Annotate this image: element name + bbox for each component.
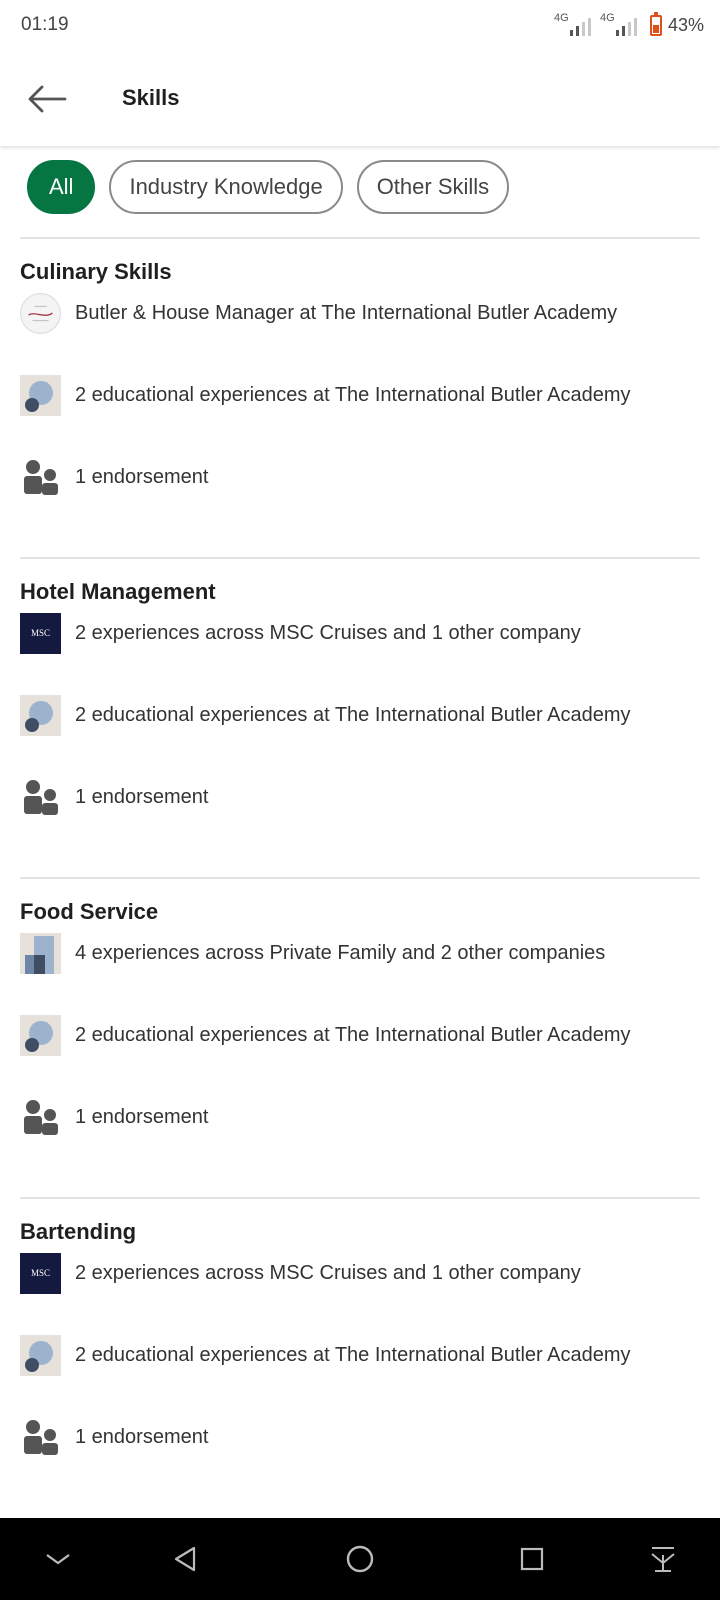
skill-detail-row[interactable]: 2 educational experiences at The Interna… bbox=[20, 694, 631, 736]
battery-icon bbox=[649, 11, 662, 36]
system-nav-bar bbox=[0, 1518, 720, 1600]
divider bbox=[20, 877, 700, 879]
skill-detail-text: 2 experiences across MSC Cruises and 1 o… bbox=[75, 621, 581, 644]
skill-section: Bartending MSC 2 experiences across MSC Cr… bbox=[20, 1217, 700, 1477]
skill-detail-row[interactable]: 2 educational experiences at The Interna… bbox=[20, 1014, 631, 1056]
home-circle-icon bbox=[346, 1545, 374, 1573]
skill-title[interactable]: Culinary Skills bbox=[20, 257, 700, 287]
filter-chips: All Industry Knowledge Other Skills bbox=[27, 160, 510, 214]
battery-percent: 43% bbox=[667, 14, 704, 35]
skill-detail-text: 4 experiences across Private Family and … bbox=[75, 941, 606, 964]
skill-title[interactable]: Bartending bbox=[20, 1217, 700, 1247]
skill-detail-row[interactable]: 2 educational experiences at The Interna… bbox=[20, 1334, 631, 1376]
nav-notification-button[interactable] bbox=[643, 1539, 683, 1579]
app-bar: Skills bbox=[0, 52, 720, 146]
skill-detail-row[interactable]: 2 educational experiences at The Interna… bbox=[20, 374, 631, 416]
skill-section: Hotel Management MSC 2 experiences across … bbox=[20, 577, 700, 837]
msc-cruises-logo: MSC bbox=[20, 612, 61, 654]
skill-detail-text: Butler & House Manager at The Internatio… bbox=[75, 301, 618, 324]
divider bbox=[20, 557, 700, 559]
endorsement-icon bbox=[20, 457, 61, 498]
skill-detail-row[interactable]: MSC 2 experiences across MSC Cruises and … bbox=[20, 1252, 581, 1294]
msc-logo-text: MSC bbox=[30, 628, 50, 638]
education-icon bbox=[20, 694, 61, 736]
education-icon bbox=[20, 1334, 61, 1376]
status-icons: 4G 4G 43% bbox=[554, 11, 704, 38]
status-bar: 01:19 4G 4G 43% bbox=[0, 0, 720, 52]
chevron-down-icon bbox=[46, 1554, 70, 1565]
skill-title[interactable]: Hotel Management bbox=[20, 577, 700, 607]
company-icon bbox=[20, 932, 61, 974]
butler-academy-logo bbox=[20, 292, 61, 334]
skill-detail-row[interactable]: MSC 2 experiences across MSC Cruises and … bbox=[20, 612, 581, 654]
nav-hide-button[interactable] bbox=[38, 1539, 78, 1579]
endorsement-icon bbox=[20, 1417, 61, 1458]
back-button[interactable] bbox=[24, 76, 70, 122]
skill-detail-text: 1 endorsement bbox=[75, 785, 209, 808]
arrow-left-icon bbox=[28, 85, 67, 113]
filter-chip-industry-knowledge[interactable]: Industry Knowledge bbox=[109, 160, 343, 214]
skill-detail-row[interactable]: 1 endorsement bbox=[20, 456, 208, 498]
network-type-sim1: 4G bbox=[553, 12, 569, 24]
skill-detail-row[interactable]: 1 endorsement bbox=[20, 776, 208, 818]
filter-chip-other-skills[interactable]: Other Skills bbox=[356, 160, 510, 214]
skill-detail-text: 2 educational experiences at The Interna… bbox=[75, 703, 631, 726]
signal-icon-sim2: 4G bbox=[600, 12, 640, 38]
recents-square-icon bbox=[520, 1547, 544, 1571]
msc-cruises-logo: MSC bbox=[20, 1252, 61, 1294]
nav-back-button[interactable] bbox=[165, 1539, 205, 1579]
skill-detail-text: 1 endorsement bbox=[75, 465, 209, 488]
filter-chip-all[interactable]: All bbox=[27, 160, 96, 214]
divider bbox=[20, 1197, 700, 1199]
skill-detail-text: 2 educational experiences at The Interna… bbox=[75, 1343, 631, 1366]
education-icon bbox=[20, 374, 61, 416]
skill-detail-text: 1 endorsement bbox=[75, 1425, 209, 1448]
signal-icon-sim1: 4G bbox=[554, 12, 594, 38]
skill-detail-text: 2 educational experiences at The Interna… bbox=[75, 1023, 631, 1046]
back-triangle-icon bbox=[174, 1546, 196, 1572]
skill-detail-text: 1 endorsement bbox=[75, 1105, 209, 1128]
msc-logo-text: MSC bbox=[30, 1268, 50, 1278]
page-title: Skills bbox=[122, 85, 180, 110]
status-time: 01:19 bbox=[21, 14, 69, 35]
endorsement-icon bbox=[20, 777, 61, 818]
nav-home-button[interactable] bbox=[340, 1539, 380, 1579]
skill-section: Culinary Skills Butler & House Manager at… bbox=[20, 257, 700, 517]
skill-title[interactable]: Food Service bbox=[20, 897, 700, 927]
skill-detail-text: 2 educational experiences at The Interna… bbox=[75, 383, 631, 406]
skill-section: Food Service 4 experiences across Private… bbox=[20, 897, 700, 1157]
skill-detail-text: 2 experiences across MSC Cruises and 1 o… bbox=[75, 1261, 581, 1284]
skill-detail-row[interactable]: 1 endorsement bbox=[20, 1416, 208, 1458]
endorsement-icon bbox=[20, 1097, 61, 1138]
divider bbox=[20, 237, 700, 239]
download-arrow-icon bbox=[651, 1547, 675, 1572]
skill-detail-row[interactable]: 4 experiences across Private Family and … bbox=[20, 932, 605, 974]
education-icon bbox=[20, 1014, 61, 1056]
skill-detail-row[interactable]: Butler & House Manager at The Internatio… bbox=[20, 292, 617, 334]
network-type-sim2: 4G bbox=[599, 12, 615, 24]
skill-detail-row[interactable]: 1 endorsement bbox=[20, 1096, 208, 1138]
nav-recents-button[interactable] bbox=[512, 1539, 552, 1579]
